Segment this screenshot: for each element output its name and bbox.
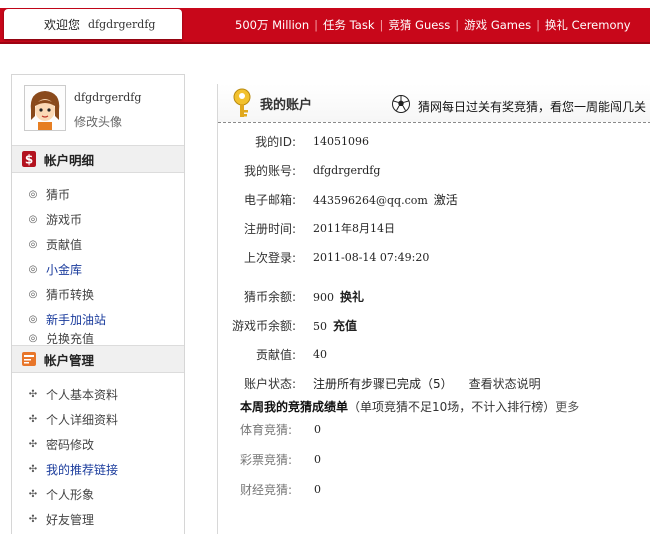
field-coin-balance: 猜币余额: 900 换礼	[243, 289, 365, 304]
welcome-tab: 欢迎您 dfgdrgerdfg	[4, 9, 182, 39]
sidebar-item-password[interactable]: ✣ 密码修改	[12, 432, 184, 457]
sidebar-item-newbie[interactable]: ◎ 新手加油站	[12, 307, 184, 332]
circle-bullet-icon: ◎	[28, 289, 38, 300]
soccer-ball-icon	[392, 95, 410, 113]
main-nav: 500万 Million | 任务 Task | 竞猜 Guess | 游戏 G…	[230, 11, 636, 39]
weekly-row-sports: 体育竞猜: 0	[240, 422, 321, 437]
sidebar-item-basic-profile[interactable]: ✣ 个人基本资料	[12, 382, 184, 407]
circle-bullet-icon: ◎	[28, 332, 38, 344]
field-last-login: 上次登录: 2011-08-14 07:49:20	[243, 250, 430, 265]
cross-bullet-icon: ✣	[28, 489, 38, 500]
section-account-manage: 帐户管理	[12, 345, 184, 373]
section-account-detail-title: 帐户明细	[44, 152, 95, 168]
exchange-gift-link[interactable]: 换礼	[340, 290, 364, 304]
sidebar-item-friends[interactable]: ✣ 好友管理	[12, 507, 184, 532]
edit-avatar-link[interactable]: 修改头像	[74, 113, 122, 130]
sidebar-item-coins[interactable]: ◎ 猜币	[12, 182, 184, 207]
key-icon	[233, 88, 251, 117]
sidebar-item-vault[interactable]: ◎ 小金库	[12, 257, 184, 282]
circle-bullet-icon: ◎	[28, 314, 38, 325]
nav-million[interactable]: 500万 Million	[230, 17, 314, 33]
activate-email-link[interactable]: 激活	[434, 193, 458, 207]
sidebar-item-image[interactable]: ✣ 个人形象	[12, 482, 184, 507]
coin-balance-value: 900	[313, 290, 334, 304]
sidebar-item-recharge[interactable]: ◎ 兑换充值	[12, 332, 184, 344]
profile-box: dfgdrgerdfg 修改头像	[12, 75, 184, 145]
weekly-row-lottery: 彩票竞猜: 0	[240, 452, 321, 467]
nav-ceremony[interactable]: 换礼 Ceremony	[540, 17, 636, 33]
field-contribution: 贡献值: 40	[255, 347, 327, 362]
welcome-text: 欢迎您	[44, 17, 81, 32]
cross-bullet-icon: ✣	[28, 464, 38, 475]
cross-bullet-icon: ✣	[28, 389, 38, 400]
welcome-username[interactable]: dfgdrgerdfg	[88, 18, 155, 31]
field-reg-time: 注册时间: 2011年8月14日	[243, 221, 395, 236]
account-panel-header: 我的账户 猜网每日过关有奖竞猜，看您一周能闯几关	[218, 84, 650, 123]
field-email: 电子邮箱: 443596264@qq.com 激活	[243, 192, 458, 207]
card-icon	[22, 352, 36, 366]
account-detail-list: ◎ 猜币 ◎ 游戏币 ◎ 贡献值 ◎ 小金库 ◎ 猜币转换 ◎ 新手加油站 ◎ 兑换充值	[12, 182, 184, 344]
section-account-detail: $ 帐户明细	[12, 145, 184, 173]
sidebar-item-referral[interactable]: ✣ 我的推荐链接	[12, 457, 184, 482]
svg-text:$: $	[25, 153, 33, 167]
dollar-icon: $	[22, 151, 36, 167]
game-coin-value: 50	[313, 319, 327, 333]
nav-task[interactable]: 任务 Task	[318, 17, 379, 33]
circle-bullet-icon: ◎	[28, 214, 38, 225]
cross-bullet-icon: ✣	[28, 439, 38, 450]
weekly-results-title: 本周我的竞猜成绩单	[240, 400, 349, 414]
cross-bullet-icon: ✣	[28, 514, 38, 525]
avatar[interactable]	[24, 85, 66, 131]
circle-bullet-icon: ◎	[28, 239, 38, 250]
status-value: 注册所有步骤已完成（5）	[313, 376, 453, 391]
account-manage-list: ✣ 个人基本资料 ✣ 个人详细资料 ✣ 密码修改 ✣ 我的推荐链接 ✣ 个人形象 ✣ 好友管…	[12, 382, 184, 532]
nav-guess[interactable]: 竞猜 Guess	[383, 17, 455, 33]
nav-games[interactable]: 游戏 Games	[459, 17, 536, 33]
circle-bullet-icon: ◎	[28, 264, 38, 275]
profile-username: dfgdrgerdfg	[74, 91, 142, 104]
sidebar-item-contribution[interactable]: ◎ 贡献值	[12, 232, 184, 257]
section-account-manage-title: 帐户管理	[44, 352, 95, 368]
cross-bullet-icon: ✣	[28, 414, 38, 425]
field-id: 我的ID: 14051096	[255, 134, 369, 149]
avatar-girl-icon	[25, 86, 65, 130]
field-status: 账户状态: 注册所有步骤已完成（5） 查看状态说明	[243, 376, 541, 391]
weekly-results-note: （单项竞猜不足10场，不计入排行榜）	[348, 400, 556, 414]
sidebar-item-game-coins[interactable]: ◎ 游戏币	[12, 207, 184, 232]
weekly-row-finance: 财经竞猜: 0	[240, 482, 321, 497]
circle-bullet-icon: ◎	[28, 189, 38, 200]
weekly-more-link[interactable]: 更多	[555, 400, 579, 414]
sidebar-item-coin-convert[interactable]: ◎ 猜币转换	[12, 282, 184, 307]
view-status-link[interactable]: 查看状态说明	[469, 377, 541, 391]
top-bar: 欢迎您 dfgdrgerdfg 500万 Million | 任务 Task |…	[0, 0, 650, 44]
email-value: 443596264@qq.com	[313, 193, 428, 207]
sidebar: dfgdrgerdfg 修改头像 $ 帐户明细 ◎ 猜币 ◎ 游戏币 ◎ 贡献值 ◎ 小…	[11, 74, 185, 534]
field-account: 我的账号: dfgdrgerdfg	[243, 163, 381, 178]
sidebar-item-detail-profile[interactable]: ✣ 个人详细资料	[12, 407, 184, 432]
field-game-coin: 游戏币余额: 50 充值	[231, 318, 358, 333]
weekly-results-header: 本周我的竞猜成绩单（单项竞猜不足10场，不计入排行榜）更多	[240, 398, 579, 415]
page-title: 我的账户	[260, 98, 313, 113]
recharge-link[interactable]: 充值	[333, 319, 357, 333]
account-panel: 我的账户 猜网每日过关有奖竞猜，看您一周能闯几关 我的ID: 14051096 …	[217, 84, 650, 534]
notice-link[interactable]: 猜网每日过关有奖竞猜，看您一周能闯几关	[418, 98, 646, 115]
